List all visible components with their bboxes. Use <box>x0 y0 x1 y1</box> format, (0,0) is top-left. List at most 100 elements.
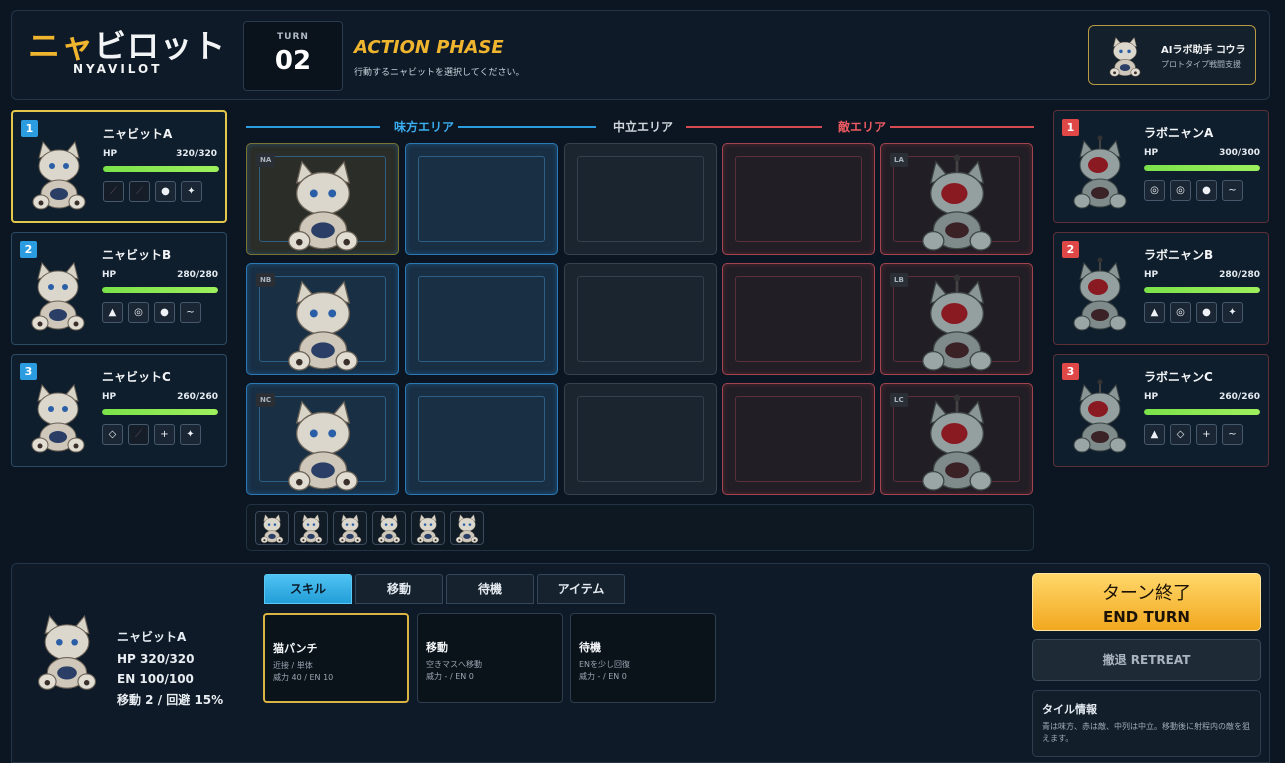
unit-name: ニャビットC <box>102 370 171 384</box>
hp-label: HP <box>1144 148 1159 158</box>
hp-value: 280/280 <box>1219 270 1260 280</box>
hp-label: HP <box>1144 392 1159 402</box>
tile-enemy[interactable] <box>722 263 875 375</box>
enemy-card-b[interactable]: 2 ラボニャンB HP 280/280 ▲ ◎ ● ✦ <box>1053 232 1269 345</box>
enemy-card-a[interactable]: 1 ラボニャンA HP 300/300 ◎ ◎ ● ~ <box>1053 110 1269 223</box>
hp-value: 320/320 <box>176 149 217 159</box>
tab-move[interactable]: 移動 <box>355 574 443 604</box>
reserve-tray <box>246 504 1034 551</box>
triangle-icon: ▲ <box>102 302 123 323</box>
nyabit-a-sprite-icon[interactable] <box>273 154 373 254</box>
unit-badge: 3 <box>20 363 37 380</box>
status-icons: ▲ ◇ + ~ <box>1144 424 1243 445</box>
tab-item[interactable]: アイテム <box>537 574 625 604</box>
hp-label: HP <box>102 392 117 402</box>
tile-ally[interactable] <box>405 143 558 255</box>
unit-badge: 2 <box>1062 241 1079 258</box>
tile-enemy-la[interactable]: LA <box>880 143 1033 255</box>
labonyan-c-sprite-icon[interactable] <box>907 394 1007 494</box>
skill-name: 移動 <box>426 641 448 654</box>
turn-label: TURN <box>277 32 309 42</box>
reserve-unit-icon[interactable] <box>255 511 289 545</box>
hp-bar <box>103 166 219 172</box>
wave-icon: ~ <box>180 302 201 323</box>
ally-card-b[interactable]: 2 ニャビットB HP 280/280 ▲ ◎ ● ~ <box>11 232 227 345</box>
labonyan-b-sprite-icon[interactable] <box>907 274 1007 374</box>
dot-icon: ● <box>155 181 176 202</box>
hp-bar <box>1144 409 1260 415</box>
skill-card-cat-punch[interactable]: 猫パンチ 近接 / 単体 威力 40 / EN 10 <box>263 613 409 703</box>
skill-card-move[interactable]: 移動 空きマスへ移動 威力 - / EN 0 <box>417 613 563 703</box>
tile-neutral[interactable] <box>564 263 717 375</box>
logo-jp-prefix: ニャ <box>28 27 95 65</box>
tile-ally-nb[interactable]: NB <box>246 263 399 375</box>
status-icons: ⟋ ⟋ ● ✦ <box>103 181 202 202</box>
game-logo: ニャビロット NYAVILOT <box>28 27 226 76</box>
nyabit-b-sprite-icon[interactable] <box>273 274 373 374</box>
hp-bar <box>1144 165 1260 171</box>
hp-bar <box>102 287 218 293</box>
tab-wait[interactable]: 待機 <box>446 574 534 604</box>
hp-label: HP <box>103 149 118 159</box>
hp-bar-fill <box>103 166 219 172</box>
assistant-card[interactable]: AIラボ助手 コウラ プロトタイプ戦闘支援 <box>1088 25 1256 85</box>
labonyan-a-sprite-icon[interactable] <box>907 154 1007 254</box>
tile-enemy[interactable] <box>722 383 875 495</box>
status-icons: ◎ ◎ ● ~ <box>1144 180 1243 201</box>
reserve-unit-icon[interactable] <box>294 511 328 545</box>
target-icon: ◎ <box>128 302 149 323</box>
ally-zone-label: 味方エリア <box>394 120 455 134</box>
tile-info-body: 青は味方、赤は敵、中列は中立。移動後に射程内の敵を狙えます。 <box>1042 722 1250 743</box>
tile-enemy-lb[interactable]: LB <box>880 263 1033 375</box>
hp-value: 260/260 <box>177 392 218 402</box>
end-turn-button[interactable]: ターン終了 END TURN <box>1032 573 1261 631</box>
skill-desc: 近接 / 単体 <box>273 661 313 670</box>
tile-enemy-lc[interactable]: LC <box>880 383 1033 495</box>
reserve-unit-icon[interactable] <box>411 511 445 545</box>
unit-badge: 1 <box>21 120 38 137</box>
enemy-card-c[interactable]: 3 ラボニャンC HP 260/260 ▲ ◇ + ~ <box>1053 354 1269 467</box>
target-icon: ◎ <box>1170 302 1191 323</box>
selected-unit-name: ニャビットA <box>117 630 187 644</box>
ally-card-c[interactable]: 3 ニャビットC HP 260/260 ◇ ⟋ + ✦ <box>11 354 227 467</box>
logo-en: NYAVILOT <box>73 62 163 76</box>
hp-bar-fill <box>1144 409 1260 415</box>
ally-card-a[interactable]: 1 ニャビットA HP 320/320 ⟋ ⟋ ● ✦ <box>11 110 227 223</box>
target-icon: ◎ <box>1170 180 1191 201</box>
sparkle-icon: ✦ <box>1222 302 1243 323</box>
retreat-button[interactable]: 撤退 RETREAT <box>1032 639 1261 681</box>
reserve-unit-icon[interactable] <box>450 511 484 545</box>
unit-name: ラボニャンB <box>1144 248 1214 262</box>
tile-ally[interactable] <box>405 383 558 495</box>
tile-neutral[interactable] <box>564 143 717 255</box>
reserve-unit-icon[interactable] <box>333 511 367 545</box>
tile-info-box: タイル情報 青は味方、赤は敵、中列は中立。移動後に射程内の敵を狙えます。 <box>1032 690 1261 757</box>
command-tabs: スキル 移動 待機 アイテム <box>264 574 625 604</box>
reserve-unit-icon[interactable] <box>372 511 406 545</box>
unit-name: ラボニャンA <box>1144 126 1214 140</box>
hp-bar-fill <box>1144 165 1260 171</box>
tile-neutral[interactable] <box>564 383 717 495</box>
neutral-zone-label: 中立エリア <box>613 120 674 134</box>
tile-ally-nc[interactable]: NC <box>246 383 399 495</box>
target-icon: ◎ <box>1144 180 1165 201</box>
zone-header: 味方エリア 中立エリア 敵エリア <box>246 118 1034 136</box>
tile-ally-na[interactable]: NA <box>246 143 399 255</box>
ally-zone-line <box>458 126 596 128</box>
tile-tag: LA <box>890 153 908 167</box>
diamond-icon: ◇ <box>102 424 123 445</box>
tab-skill[interactable]: スキル <box>264 574 352 604</box>
triangle-icon: ▲ <box>1144 302 1165 323</box>
dot-icon: ● <box>1196 302 1217 323</box>
selected-unit-portrait-icon <box>38 615 96 690</box>
skill-stats: 威力 - / EN 0 <box>579 672 627 681</box>
hp-value: 260/260 <box>1219 392 1260 402</box>
slash-icon: ⟋ <box>128 424 149 445</box>
hp-bar-fill <box>102 287 218 293</box>
skill-name: 待機 <box>579 641 601 654</box>
unit-badge: 3 <box>1062 363 1079 380</box>
nyabit-c-sprite-icon[interactable] <box>273 394 373 494</box>
skill-card-wait[interactable]: 待機 ENを少し回復 威力 - / EN 0 <box>570 613 716 703</box>
tile-ally[interactable] <box>405 263 558 375</box>
tile-enemy[interactable] <box>722 143 875 255</box>
